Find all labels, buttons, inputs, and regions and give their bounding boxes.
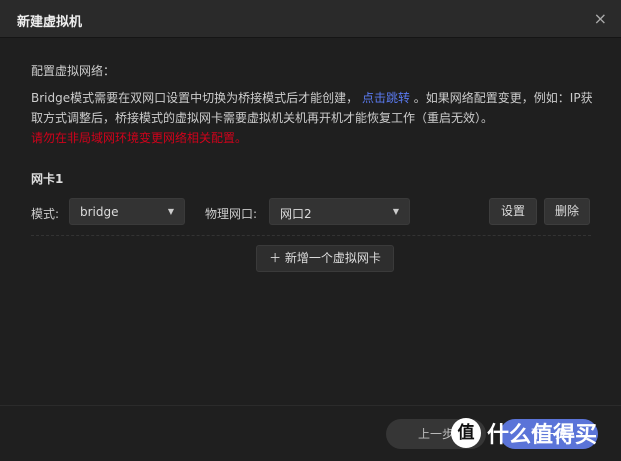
chevron-down-icon: ▼ [167,207,174,216]
plus-icon: ＋ [269,251,285,265]
close-icon[interactable]: × [594,9,607,28]
watermark-badge: 值 [451,418,481,448]
mode-select[interactable]: bridge ▼ [69,198,185,225]
dialog-title: 新建虚拟机 [17,15,83,30]
nic-title: 网卡1 [31,172,64,186]
add-nic-label: 新增一个虚拟网卡 [284,251,381,265]
add-nic-button[interactable]: ＋ 新增一个虚拟网卡 [256,245,394,272]
port-value: 网口2 [280,207,312,221]
chevron-down-icon: ▼ [392,207,399,216]
dialog-header: 新建虚拟机 × [0,0,621,38]
port-label: 物理网口: [205,207,258,221]
description: Bridge模式需要在双网口设置中切换为桥接模式后才能创建， 点击跳转 。如果网… [31,88,601,148]
mode-value: bridge [80,205,119,219]
watermark-logo: 值 什么值得买 [451,417,597,449]
mode-label: 模式: [31,207,60,221]
warning-text: 请勿在非局域网环境变更网络相关配置。 [31,131,248,145]
jump-link[interactable]: 点击跳转 [362,91,410,105]
port-select[interactable]: 网口2 ▼ [269,198,410,225]
description-text: Bridge模式需要在双网口设置中切换为桥接模式后才能创建， [31,91,359,105]
delete-button[interactable]: 删除 [544,198,590,225]
section-title: 配置虚拟网络： [31,64,116,78]
watermark-text: 什么值得买 [487,423,598,448]
divider [31,235,591,236]
settings-button[interactable]: 设置 [489,198,537,225]
